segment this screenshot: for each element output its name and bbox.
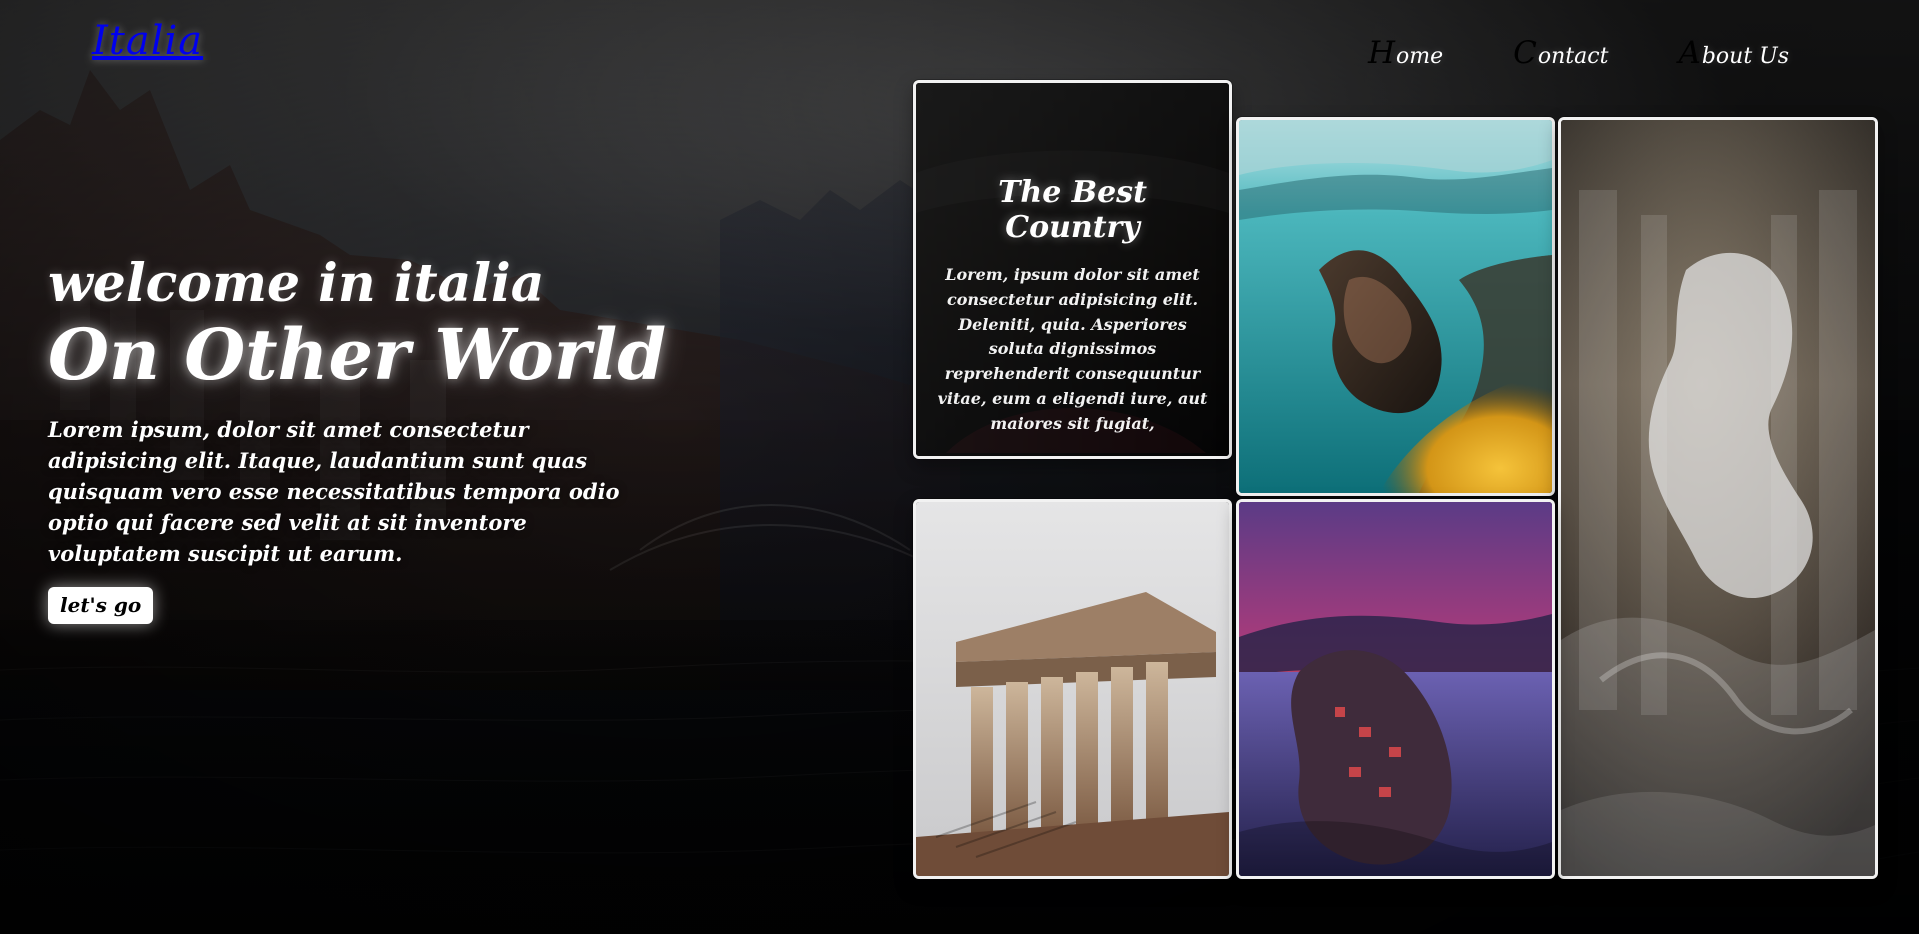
- site-logo[interactable]: Italia: [92, 18, 203, 64]
- nav-about-us-label: bout Us: [1701, 44, 1789, 69]
- nav-home-initial: H: [1367, 35, 1396, 71]
- nav-contact[interactable]: C ontact: [1513, 35, 1608, 71]
- hero-description: Lorem ipsum, dolor sit amet consectetur …: [48, 416, 620, 566]
- logo-text: Italia: [92, 18, 204, 64]
- featured-card-text: Lorem, ipsum dolor sit amet consectetur …: [937, 265, 1208, 433]
- featured-card-content: The Best Country Lorem, ipsum dolor sit …: [916, 175, 1229, 437]
- nav-contact-label: ontact: [1537, 44, 1609, 69]
- hero-heading-line-2: On Other World: [48, 313, 667, 396]
- nav-home-label: ome: [1396, 44, 1444, 69]
- fountain-photo: [1561, 120, 1875, 876]
- featured-card[interactable]: The Best Country Lorem, ipsum dolor sit …: [913, 80, 1232, 459]
- top-nav: H ome C ontact A bout Us: [1368, 35, 1789, 71]
- featured-card-title: The Best Country: [998, 175, 1147, 245]
- hero-heading-line-1: welcome in italia: [48, 253, 545, 314]
- nav-about-us[interactable]: A bout Us: [1678, 35, 1789, 71]
- gallery-card-coast[interactable]: [1236, 117, 1555, 496]
- sunset-photo: [1239, 502, 1552, 876]
- temple-photo: [916, 502, 1229, 876]
- coast-photo: [1239, 120, 1552, 493]
- nav-contact-initial: C: [1513, 35, 1537, 71]
- hero-section: welcome in italia On Other World Lorem i…: [48, 258, 688, 624]
- gallery-card-temple[interactable]: [913, 499, 1232, 879]
- gallery-card-sunset[interactable]: [1236, 499, 1555, 879]
- nav-about-us-initial: A: [1678, 35, 1701, 71]
- gallery-card-fountain[interactable]: [1558, 117, 1878, 879]
- nav-home[interactable]: H ome: [1368, 35, 1443, 71]
- lets-go-button[interactable]: let's go: [48, 586, 154, 624]
